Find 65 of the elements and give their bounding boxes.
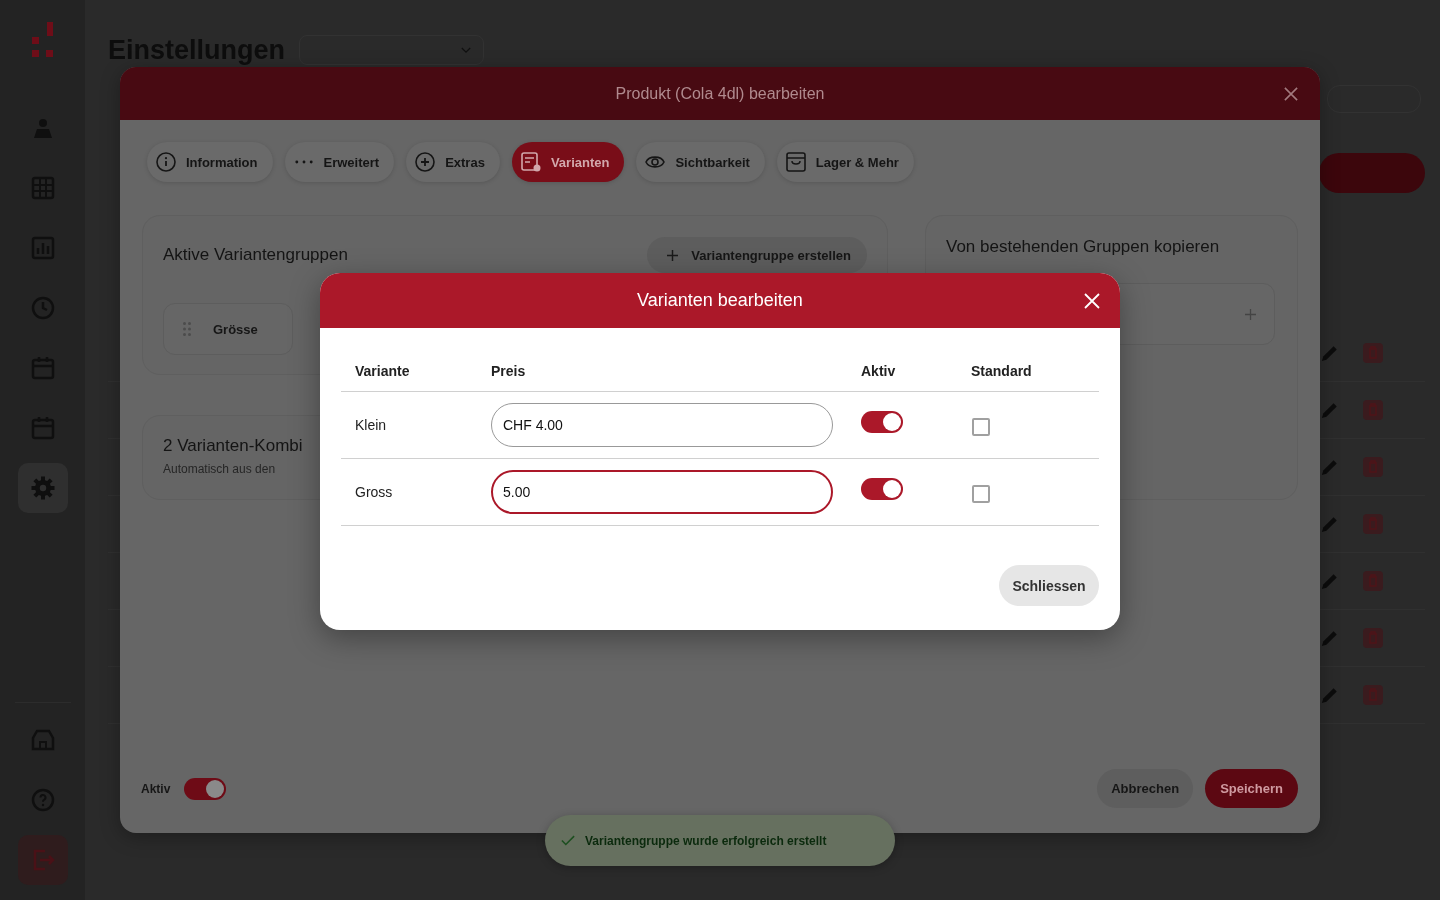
pencil-icon[interactable] [1321, 515, 1339, 533]
pencil-icon[interactable] [1321, 686, 1339, 704]
column-header: Aktiv [861, 362, 896, 379]
active-label: Aktiv [141, 781, 171, 796]
toggle-switch[interactable] [861, 411, 903, 433]
box-icon [785, 152, 806, 172]
save-button[interactable]: Speichern [1205, 769, 1298, 808]
trash-icon[interactable] [1363, 343, 1383, 363]
close-button[interactable] [1084, 292, 1100, 309]
card-title: 2 Varianten-Kombi [163, 436, 303, 456]
column-header: Preis [491, 362, 526, 379]
variant-name: Klein [355, 417, 387, 433]
card-title: Aktive Variantengruppen [163, 245, 348, 265]
dropdown[interactable] [299, 35, 485, 65]
group-name: Grösse [213, 321, 258, 337]
plus-circle-icon [415, 152, 436, 172]
plus-icon [667, 249, 679, 261]
price-input[interactable]: CHF 4.00 [491, 403, 833, 447]
tab[interactable]: Varianten [511, 142, 625, 182]
pencil-icon[interactable] [1321, 401, 1339, 419]
toggle-switch[interactable] [184, 777, 227, 800]
variant-group-item[interactable]: Grösse [163, 303, 293, 355]
sidebar-item[interactable] [17, 463, 68, 513]
close-icon[interactable] [1284, 86, 1298, 101]
column-header: Variante [355, 362, 410, 379]
trash-icon[interactable] [1363, 457, 1383, 477]
trash-icon[interactable] [1363, 400, 1383, 420]
trash-icon[interactable] [1363, 685, 1383, 705]
add-button[interactable] [1319, 153, 1425, 193]
price-input[interactable]: 5.00 [491, 470, 833, 514]
checkbox[interactable] [972, 418, 990, 436]
chevron-down-icon [461, 46, 472, 54]
pencil-icon[interactable] [1321, 572, 1339, 590]
dots-icon [294, 160, 313, 164]
dialog-title: Varianten bearbeiten [637, 290, 803, 311]
dialog-title: Produkt (Cola 4dl) bearbeiten [615, 84, 825, 103]
tab[interactable]: Information [147, 142, 273, 182]
trash-icon[interactable] [1363, 514, 1383, 534]
cancel-button[interactable]: Abbrechen [1097, 769, 1194, 808]
card-title: Von bestehenden Gruppen kopieren [946, 237, 1220, 257]
checkbox[interactable] [972, 485, 990, 503]
variant-name: Gross [355, 484, 393, 500]
settings-icon [30, 476, 55, 500]
check-icon [561, 835, 575, 846]
column-header: Standard [971, 362, 1032, 379]
tab[interactable]: Sichtbarkeit [636, 142, 765, 182]
tab[interactable]: Extras [406, 142, 500, 182]
toggle-switch[interactable] [861, 478, 903, 500]
logo-icon [30, 22, 55, 57]
drag-handle-icon[interactable] [183, 322, 191, 336]
create-group-button[interactable]: Variantengruppe erstellen [647, 237, 867, 273]
tab[interactable]: Lager & Mehr [776, 142, 914, 182]
trash-icon[interactable] [1363, 628, 1383, 648]
toast-message: Variantengruppe wurde erfolgreich erstellt [585, 833, 827, 848]
tab[interactable]: Erweitert [284, 142, 395, 182]
pencil-icon[interactable] [1321, 458, 1339, 476]
pencil-icon[interactable] [1321, 629, 1339, 647]
plus-icon[interactable] [1245, 308, 1256, 320]
close-dialog-button[interactable]: Schliessen [999, 565, 1099, 606]
pencil-icon[interactable] [1321, 344, 1339, 362]
trash-icon[interactable] [1363, 571, 1383, 591]
info-icon [156, 152, 176, 172]
document-icon [520, 152, 541, 172]
card-subtitle: Automatisch aus den [163, 462, 276, 476]
close-icon [1084, 292, 1100, 309]
